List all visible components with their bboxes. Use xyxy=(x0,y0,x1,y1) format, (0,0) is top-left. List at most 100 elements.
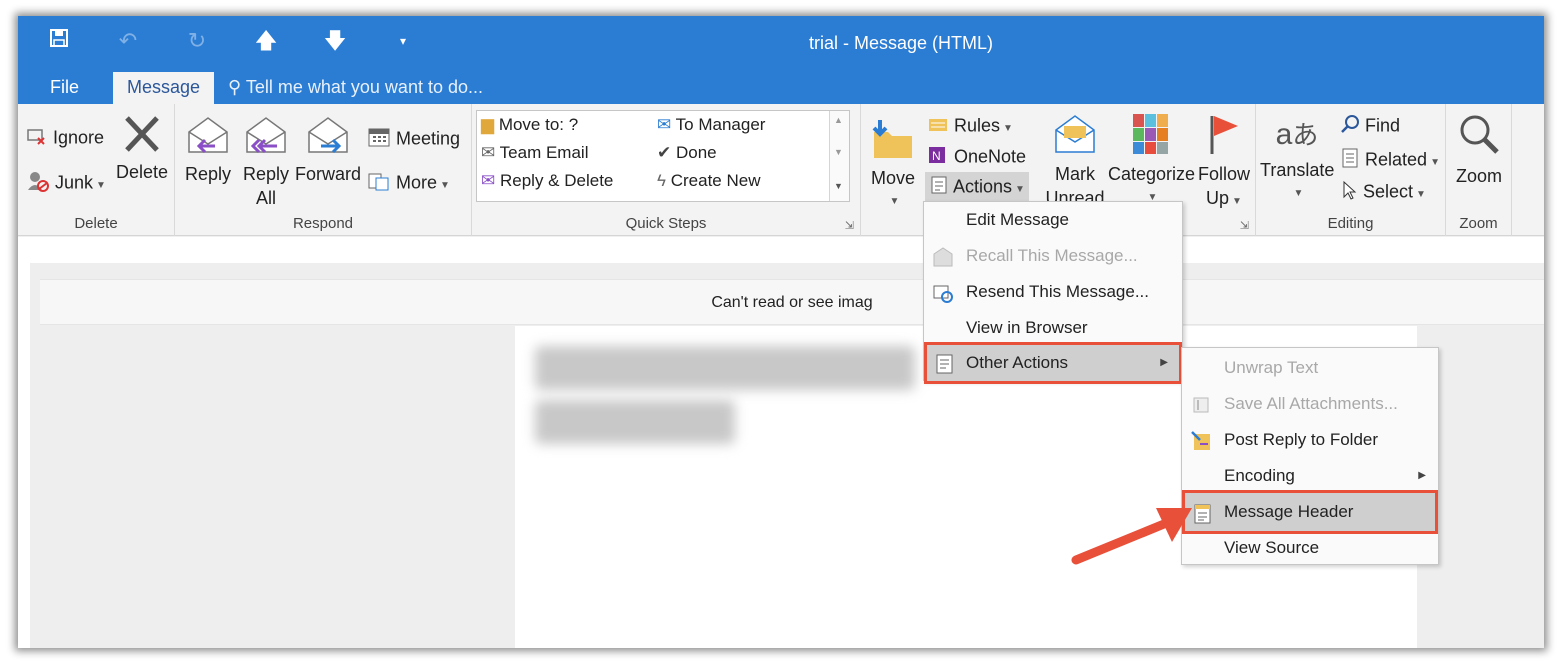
menu-item-other-actions[interactable]: Other Actions ▶ xyxy=(924,342,1182,384)
dialog-launcher-icon[interactable]: ⇲ xyxy=(1240,219,1249,232)
chevron-down-icon: ▼ xyxy=(1430,157,1440,169)
move-folder-icon xyxy=(865,118,921,166)
reply-button[interactable]: Reply xyxy=(181,112,235,186)
quick-steps-gallery: ▆ Move to: ? ✉ Team Email ✉ Reply & Dele… xyxy=(476,110,850,202)
menu-item-edit-message[interactable]: Edit Message xyxy=(924,202,1182,238)
chevron-down-icon: ▼ xyxy=(1015,184,1025,196)
magnifier-icon xyxy=(1450,112,1508,164)
reply-delete-icon: ✉ xyxy=(481,171,496,190)
group-delete: Ignore Junk ▼ Delete Delete xyxy=(18,104,175,236)
translate-button[interactable]: aあ Translate ▼ xyxy=(1260,112,1334,206)
actions-button[interactable]: Actions ▼ xyxy=(925,172,1029,203)
title-bar: ↶ ↻ 🡅 🡇 ▾ trial - Message (HTML) xyxy=(18,16,1544,70)
annotation-arrow-icon xyxy=(1071,508,1192,565)
chevron-down-icon: ▼ xyxy=(889,196,900,207)
onenote-button[interactable]: N OneNote xyxy=(927,145,1026,170)
post-reply-icon xyxy=(1190,429,1212,451)
quick-step-reply-delete[interactable]: ✉ Reply & Delete xyxy=(481,171,613,191)
rules-icon xyxy=(927,114,949,139)
quick-steps-scroll[interactable]: ▲ ▼ ▼ xyxy=(829,111,849,201)
move-button[interactable]: Move ▼ xyxy=(865,118,921,214)
reply-all-icon xyxy=(239,112,293,162)
tab-file[interactable]: File xyxy=(36,72,93,104)
onenote-icon: N xyxy=(927,145,949,170)
info-bar[interactable]: Can't read or see imag xyxy=(40,279,1544,325)
menu-item-recall-message[interactable]: Recall This Message... xyxy=(924,238,1182,274)
expand-gallery-icon[interactable]: ▼ xyxy=(834,181,843,191)
chevron-down-icon: ▼ xyxy=(440,180,450,192)
menu-item-post-reply-to-folder[interactable]: Post Reply to Folder xyxy=(1182,422,1438,458)
meeting-button[interactable]: Meeting xyxy=(367,126,460,153)
menu-item-save-all-attachments[interactable]: Save All Attachments... xyxy=(1182,386,1438,422)
junk-icon xyxy=(26,170,50,197)
follow-up-button[interactable]: Follow Up ▼ xyxy=(1196,112,1252,214)
lightning-icon: ϟ xyxy=(657,171,666,190)
group-label-zoom: Zoom xyxy=(1459,215,1498,232)
related-button[interactable]: Related ▼ xyxy=(1340,147,1440,174)
group-respond: Reply Reply All Forward Meeting More ▼ Re… xyxy=(175,104,472,236)
dialog-launcher-icon[interactable]: ⇲ xyxy=(845,219,854,232)
chevron-down-icon: ▼ xyxy=(1232,196,1242,207)
attachment-icon xyxy=(1190,393,1212,415)
search-icon xyxy=(1340,114,1360,139)
menu-item-message-header[interactable]: Message Header xyxy=(1182,490,1438,534)
chevron-down-icon: ▼ xyxy=(1416,189,1426,201)
rules-button[interactable]: Rules ▼ xyxy=(927,114,1013,139)
ignore-button[interactable]: Ignore xyxy=(26,126,104,151)
select-button[interactable]: Select ▼ xyxy=(1340,180,1426,205)
ignore-icon xyxy=(26,126,48,151)
flag-icon xyxy=(1196,112,1252,162)
related-icon xyxy=(1340,147,1360,174)
more-respond-button[interactable]: More ▼ xyxy=(367,170,450,197)
group-zoom: Zoom Zoom xyxy=(1446,104,1512,236)
group-label-delete: Delete xyxy=(74,215,118,232)
folder-icon: ▆ xyxy=(481,115,495,134)
other-actions-submenu: Unwrap Text Save All Attachments... Post… xyxy=(1181,347,1439,565)
outlook-message-window: ↶ ↻ 🡅 🡇 ▾ trial - Message (HTML) File Me… xyxy=(18,16,1544,648)
find-button[interactable]: Find xyxy=(1340,114,1400,139)
delete-x-icon xyxy=(114,114,170,160)
quick-step-done[interactable]: ✔ Done xyxy=(657,143,717,163)
categorize-button[interactable]: Categorize ▼ xyxy=(1108,112,1195,210)
forward-icon xyxy=(295,112,361,162)
actions-icon xyxy=(929,175,949,200)
zoom-button[interactable]: Zoom xyxy=(1450,112,1508,188)
recall-icon xyxy=(932,245,954,267)
other-actions-icon xyxy=(934,351,956,374)
quick-step-to-manager[interactable]: ✉ To Manager xyxy=(657,115,765,135)
tab-message[interactable]: Message xyxy=(113,72,215,104)
window-title: trial - Message (HTML) xyxy=(808,33,994,53)
group-label-respond: Respond xyxy=(292,215,354,232)
menu-item-view-source[interactable]: View Source xyxy=(1182,530,1438,566)
group-label-editing: Editing xyxy=(1327,215,1374,232)
mark-unread-button[interactable]: Mark Unread xyxy=(1042,112,1108,210)
reply-all-button[interactable]: Reply All xyxy=(239,112,293,210)
junk-button[interactable]: Junk ▼ xyxy=(26,170,106,197)
menu-item-view-in-browser[interactable]: View in Browser xyxy=(924,310,1182,346)
delete-button[interactable]: Delete xyxy=(114,114,170,184)
ribbon-tabs: File Message ⚲ Tell me what you want to … xyxy=(18,70,1544,104)
calendar-icon xyxy=(367,126,391,153)
resend-icon xyxy=(932,281,954,303)
checkmark-icon: ✔ xyxy=(657,143,672,162)
quick-step-team-email[interactable]: ✉ Team Email xyxy=(481,143,588,163)
chevron-right-icon: ▶ xyxy=(1418,470,1426,481)
translate-icon: aあ xyxy=(1275,118,1319,151)
quick-step-create-new[interactable]: ϟ Create New xyxy=(657,171,761,191)
menu-item-resend-message[interactable]: Resend This Message... xyxy=(924,274,1182,310)
menu-item-unwrap-text[interactable]: Unwrap Text xyxy=(1182,350,1438,386)
actions-menu: Edit Message Recall This Message... Rese… xyxy=(923,201,1183,384)
email-icon: ✉ xyxy=(481,143,496,162)
svg-text:N: N xyxy=(932,149,941,163)
group-editing: aあ Translate ▼ Find Related ▼ Select ▼ Edi… xyxy=(1256,104,1446,236)
group-label-quick-steps: Quick Steps xyxy=(625,215,707,232)
chevron-down-icon: ▼ xyxy=(96,180,106,192)
chevron-down-icon: ▼ xyxy=(1003,123,1013,135)
menu-item-encoding[interactable]: Encoding ▶ xyxy=(1182,458,1438,494)
forward-button[interactable]: Forward xyxy=(295,112,361,186)
chevron-down-icon: ▼ xyxy=(1293,188,1304,199)
reply-icon xyxy=(181,112,235,162)
quick-step-move-to[interactable]: ▆ Move to: ? xyxy=(481,115,578,135)
forward-mail-icon: ✉ xyxy=(657,115,672,134)
tell-me-box[interactable]: ⚲ Tell me what you want to do... xyxy=(228,72,483,104)
